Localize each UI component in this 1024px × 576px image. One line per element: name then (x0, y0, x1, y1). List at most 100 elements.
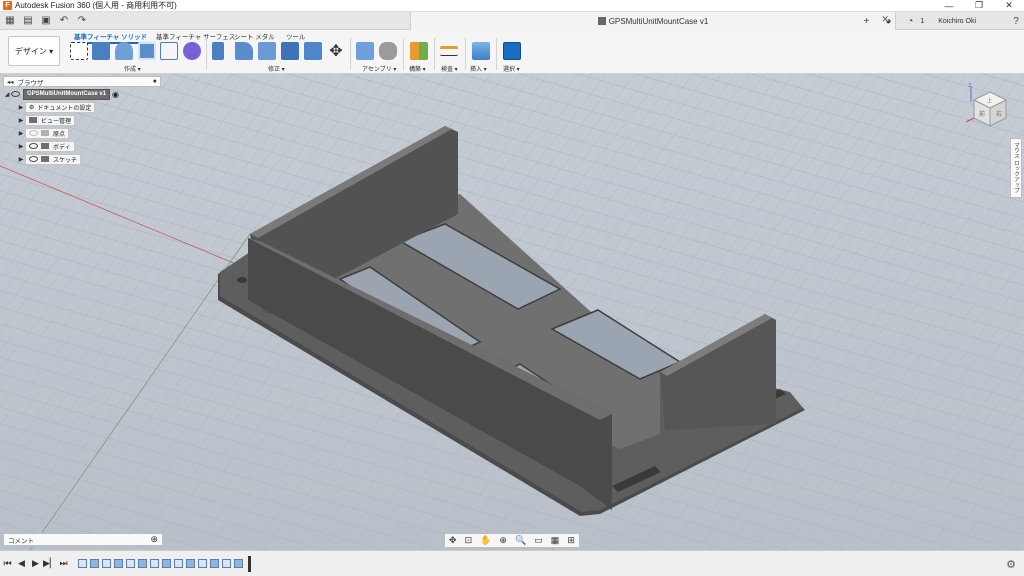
file-menu-icon[interactable]: ▤ (20, 14, 36, 28)
maximize-icon[interactable]: ❐ (964, 0, 994, 12)
tab-surface[interactable]: 基準フィーチャ サーフェス (156, 31, 235, 41)
pattern-icon[interactable] (160, 42, 178, 60)
timeline-settings-gear-icon[interactable]: ⚙ (1006, 558, 1016, 571)
chamfer-icon[interactable] (258, 42, 276, 60)
browser-header[interactable]: ◂◂ ブラウザ ● (3, 76, 161, 87)
timeline-extrude-icon[interactable] (138, 559, 147, 568)
tab-sheet-metal[interactable]: シート メタル (234, 31, 275, 41)
timeline-extrude-icon[interactable] (186, 559, 195, 568)
visibility-icon[interactable] (11, 91, 20, 97)
expand-arrow-icon[interactable]: ▶ (17, 156, 25, 163)
browser-root-row[interactable]: ◢ GPSMultiUnitMountCase v1 ◉ (3, 88, 161, 100)
comment-bar[interactable]: コメント ⊕ (3, 533, 163, 546)
workspace-design-button[interactable]: デザイン ▾ (8, 36, 60, 66)
timeline-sketch-icon[interactable] (150, 559, 159, 568)
press-pull-icon[interactable] (212, 42, 224, 60)
viewports-icon[interactable]: ⊞ (567, 535, 575, 546)
go-to-end-icon[interactable]: ⏭ (57, 558, 70, 569)
inspect-group-label[interactable]: 検査 ▾ (441, 64, 458, 73)
timeline-sketch-icon[interactable] (126, 559, 135, 568)
grid-settings-icon[interactable]: ▦ (551, 535, 560, 546)
create-sketch-icon[interactable] (70, 42, 88, 60)
play-icon[interactable]: ▶ (29, 558, 42, 569)
offset-plane-icon[interactable] (410, 42, 428, 60)
expand-arrow-icon[interactable]: ◢ (3, 91, 11, 98)
assemble-group-label[interactable]: アセンブリ ▾ (362, 64, 396, 73)
timeline-extrude-icon[interactable] (90, 559, 99, 568)
document-tab[interactable]: GPSMultiUnitMountCase v1 ✕ (410, 12, 896, 30)
select-group-label[interactable]: 選択 ▾ (503, 64, 520, 73)
marking-menu-side-tab[interactable]: マウス ロックアップ (1010, 138, 1022, 198)
insert-image-icon[interactable] (472, 42, 490, 60)
browser-item-bodies[interactable]: ▶ ボディ (3, 140, 161, 152)
viewcube[interactable]: 上 前 右 Z (962, 82, 1012, 132)
display-settings-icon[interactable]: ▭ (534, 535, 543, 546)
create-group-label[interactable]: 作成 ▾ (124, 64, 141, 73)
tab-tools[interactable]: ツール (286, 31, 306, 41)
folder-icon (41, 130, 49, 136)
form-icon[interactable] (183, 42, 201, 60)
undo-icon[interactable]: ↶ (56, 14, 72, 28)
revolve-icon[interactable] (115, 42, 133, 60)
save-icon[interactable]: ▣ (38, 14, 54, 28)
new-component-icon[interactable] (356, 42, 374, 60)
rewind-to-start-icon[interactable]: ⏮ (1, 558, 14, 569)
visibility-icon[interactable] (29, 143, 38, 149)
measure-icon[interactable] (440, 46, 458, 56)
visibility-icon[interactable] (29, 156, 38, 162)
expand-arrow-icon[interactable]: ▶ (17, 104, 25, 111)
add-comment-icon[interactable]: ⊕ (150, 534, 158, 545)
app-grid-icon[interactable]: ▦ (2, 14, 18, 28)
fillet-icon[interactable] (235, 42, 253, 60)
minimize-icon[interactable]: — (934, 0, 964, 12)
timeline-extrude-icon[interactable] (210, 559, 219, 568)
insert-group-label[interactable]: 挿入 ▾ (470, 64, 487, 73)
browser-item-views[interactable]: ▶ ビュー管理 (3, 114, 161, 126)
timeline-sketch-icon[interactable] (198, 559, 207, 568)
fit-icon[interactable]: 🔍 (515, 535, 526, 546)
active-component-icon[interactable]: ◉ (112, 90, 119, 99)
hole-icon[interactable] (138, 42, 156, 60)
timeline-marker[interactable] (248, 555, 251, 572)
expand-arrow-icon[interactable]: ▶ (17, 130, 25, 137)
zoom-icon[interactable]: ⊕ (499, 535, 507, 546)
step-back-icon[interactable]: ◀ (15, 558, 28, 569)
pin-icon[interactable]: ● (153, 78, 157, 85)
shell-icon[interactable] (281, 42, 299, 60)
item-box: ボディ (25, 140, 75, 152)
collapse-icon[interactable]: ◂◂ (7, 78, 14, 86)
timeline-extrude-icon[interactable] (162, 559, 171, 568)
look-at-icon[interactable]: ⊡ (465, 535, 473, 546)
orbit-icon[interactable]: ✥ (449, 535, 457, 546)
redo-icon[interactable]: ↷ (74, 14, 90, 28)
timeline-sketch-icon[interactable] (78, 559, 87, 568)
browser-item-settings[interactable]: ▶ ⚙ ドキュメントの設定 (3, 101, 161, 113)
pan-icon[interactable]: ✋ (480, 535, 491, 546)
visibility-icon[interactable] (29, 130, 38, 136)
timeline-sketch-icon[interactable] (102, 559, 111, 568)
new-tab-icon[interactable]: + (858, 14, 874, 28)
combine-icon[interactable] (304, 42, 322, 60)
timeline-extrude-icon[interactable] (114, 559, 123, 568)
separator (496, 38, 497, 70)
timeline-sketch-icon[interactable] (174, 559, 183, 568)
expand-arrow-icon[interactable]: ▶ (17, 143, 25, 150)
job-status-icon[interactable]: ◔ (902, 14, 918, 28)
joint-icon[interactable] (379, 42, 397, 60)
timeline-fillet-icon[interactable] (222, 559, 231, 568)
extrude-icon[interactable] (92, 42, 110, 60)
construct-group-label[interactable]: 構築 ▾ (409, 64, 426, 73)
browser-item-origin[interactable]: ▶ 原点 (3, 127, 161, 139)
browser-root-item[interactable]: GPSMultiUnitMountCase v1 (23, 88, 111, 100)
expand-arrow-icon[interactable]: ▶ (17, 117, 25, 124)
modify-group-label[interactable]: 修正 ▾ (268, 64, 285, 73)
select-icon[interactable] (503, 42, 521, 60)
timeline-extrude-icon[interactable] (234, 559, 243, 568)
extensions-icon[interactable]: ◕ (880, 14, 896, 28)
step-forward-icon[interactable]: ▶▏ (43, 558, 57, 569)
user-name[interactable]: Koichiro Oki (938, 18, 976, 25)
help-icon[interactable]: ? (1008, 14, 1024, 28)
browser-item-sketches[interactable]: ▶ スケッチ (3, 153, 161, 165)
close-icon[interactable]: ✕ (994, 0, 1024, 12)
move-icon[interactable]: ✥ (327, 42, 345, 60)
